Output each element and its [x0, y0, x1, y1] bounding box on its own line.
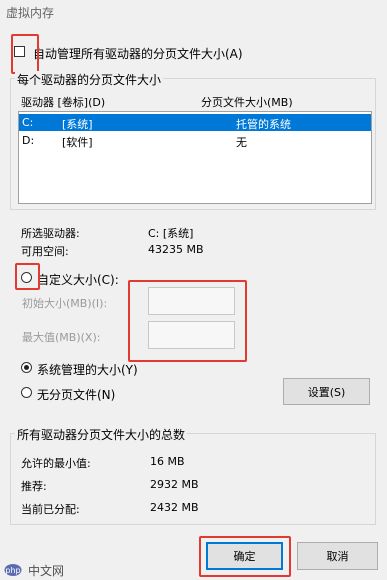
per-drive-legend: 每个驱动器的分页文件大小 [15, 71, 164, 88]
drive-size: 托管的系统 [236, 118, 291, 131]
auto-manage-label[interactable]: 自动管理所有驱动器的分页文件大小(A) [33, 45, 243, 62]
drive-label: [系统] [62, 118, 93, 131]
watermark-text: 中文网 [28, 564, 65, 578]
min-allowed-label: 允许的最小值: [21, 457, 91, 470]
allocated-value: 2432 MB [150, 501, 199, 514]
drive-letter: D: [22, 134, 35, 147]
php-logo-icon: php [4, 563, 22, 577]
highlight-custom-size [15, 263, 40, 290]
drive-letter: C: [22, 116, 34, 129]
no-paging-label[interactable]: 无分页文件(N) [37, 386, 115, 403]
initial-size-label: 初始大小(MB)(I): [22, 297, 108, 310]
window-title: 虚拟内存 [6, 6, 55, 20]
recommended-label: 推荐: [21, 480, 47, 493]
drive-label: [软件] [62, 136, 93, 149]
set-button[interactable]: 设置(S) [283, 378, 370, 405]
drive-size: 无 [236, 136, 247, 149]
no-paging-radio[interactable] [21, 387, 32, 398]
highlight-size-inputs [128, 280, 247, 362]
totals-legend: 所有驱动器分页文件大小的总数 [15, 426, 188, 443]
cancel-button[interactable]: 取消 [297, 542, 378, 570]
selected-drive-value: C: [系统] [148, 227, 194, 240]
column-drive-header: 驱动器 [卷标](D) [21, 96, 106, 109]
custom-size-label[interactable]: 自定义大小(C): [37, 271, 119, 288]
max-size-label: 最大值(MB)(X): [22, 331, 101, 344]
system-managed-label[interactable]: 系统管理的大小(Y) [37, 361, 138, 378]
allocated-label: 当前已分配: [21, 503, 80, 516]
free-space-value: 43235 MB [148, 243, 204, 256]
system-managed-radio[interactable] [21, 362, 32, 373]
highlight-ok-button [199, 536, 291, 577]
free-space-label: 可用空间: [21, 245, 69, 258]
selected-drive-label: 所选驱动器: [21, 227, 80, 240]
highlight-auto-manage [11, 34, 39, 74]
column-size-header: 分页文件大小(MB) [201, 96, 293, 109]
min-allowed-value: 16 MB [150, 455, 185, 468]
recommended-value: 2932 MB [150, 478, 199, 491]
svg-text:php: php [5, 566, 20, 575]
